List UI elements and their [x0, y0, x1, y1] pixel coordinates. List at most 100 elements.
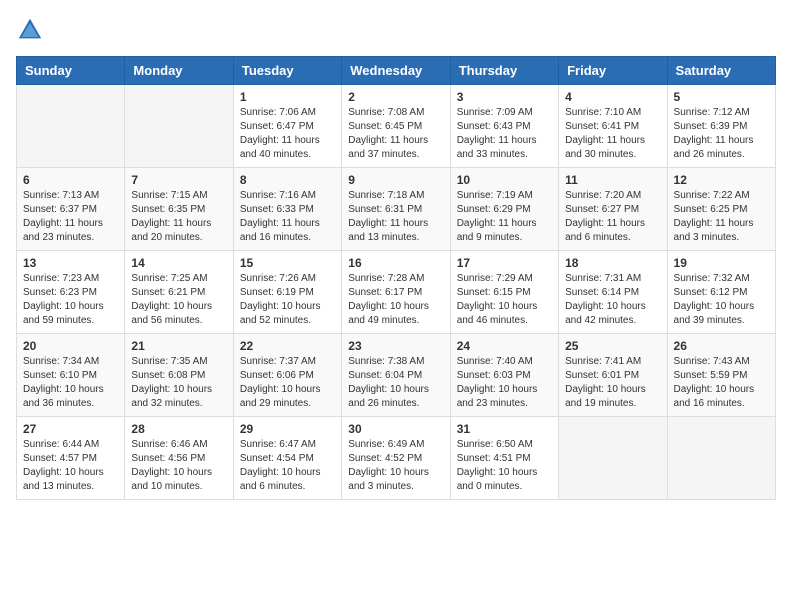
- day-number: 29: [240, 422, 335, 436]
- calendar-cell: 19 Sunrise: 7:32 AM Sunset: 6:12 PM Dayli…: [667, 251, 775, 334]
- day-number: 15: [240, 256, 335, 270]
- calendar-cell: 28 Sunrise: 6:46 AM Sunset: 4:56 PM Dayli…: [125, 417, 233, 500]
- calendar-cell: [125, 85, 233, 168]
- day-number: 6: [23, 173, 118, 187]
- day-number: 21: [131, 339, 226, 353]
- day-number: 11: [565, 173, 660, 187]
- calendar-cell: 29 Sunrise: 6:47 AM Sunset: 4:54 PM Dayli…: [233, 417, 341, 500]
- calendar-cell: 2 Sunrise: 7:08 AM Sunset: 6:45 PM Daylig…: [342, 85, 450, 168]
- calendar-cell: 10Sunrise: 7:19 AM Sunset: 6:29 PM Dayli…: [450, 168, 558, 251]
- day-of-week-header: Monday: [125, 57, 233, 85]
- day-info: Sunrise: 7:40 AM Sunset: 6:03 PM Dayligh…: [457, 355, 552, 411]
- calendar-cell: 14 Sunrise: 7:25 AM Sunset: 6:21 PM Dayli…: [125, 251, 233, 334]
- day-info: Sunrise: 7:16 AM Sunset: 6:33 PM Dayligh…: [240, 189, 335, 245]
- calendar-cell: 9Sunrise: 7:18 AM Sunset: 6:31 PM Daylig…: [342, 168, 450, 251]
- calendar-cell: 12Sunrise: 7:22 AM Sunset: 6:25 PM Dayli…: [667, 168, 775, 251]
- calendar-cell: 6 Sunrise: 7:13 AM Sunset: 6:37 PM Daylig…: [17, 168, 125, 251]
- day-info: Sunrise: 7:32 AM Sunset: 6:12 PM Dayligh…: [674, 272, 769, 328]
- calendar-cell: 27 Sunrise: 6:44 AM Sunset: 4:57 PM Dayli…: [17, 417, 125, 500]
- day-of-week-header: Saturday: [667, 57, 775, 85]
- logo: [16, 16, 48, 44]
- day-info: Sunrise: 7:09 AM Sunset: 6:43 PM Dayligh…: [457, 106, 552, 162]
- day-of-week-header: Friday: [559, 57, 667, 85]
- day-info: Sunrise: 7:35 AM Sunset: 6:08 PM Dayligh…: [131, 355, 226, 411]
- day-info: Sunrise: 7:28 AM Sunset: 6:17 PM Dayligh…: [348, 272, 443, 328]
- day-number: 17: [457, 256, 552, 270]
- day-info: Sunrise: 7:43 AM Sunset: 5:59 PM Dayligh…: [674, 355, 769, 411]
- day-info: Sunrise: 6:49 AM Sunset: 4:52 PM Dayligh…: [348, 438, 443, 494]
- day-number: 28: [131, 422, 226, 436]
- day-info: Sunrise: 7:34 AM Sunset: 6:10 PM Dayligh…: [23, 355, 118, 411]
- day-info: Sunrise: 7:15 AM Sunset: 6:35 PM Dayligh…: [131, 189, 226, 245]
- day-info: Sunrise: 7:08 AM Sunset: 6:45 PM Dayligh…: [348, 106, 443, 162]
- day-of-week-header: Tuesday: [233, 57, 341, 85]
- calendar-cell: 26Sunrise: 7:43 AM Sunset: 5:59 PM Dayli…: [667, 334, 775, 417]
- calendar-cell: 31 Sunrise: 6:50 AM Sunset: 4:51 PM Dayli…: [450, 417, 558, 500]
- calendar-cell: 20 Sunrise: 7:34 AM Sunset: 6:10 PM Dayli…: [17, 334, 125, 417]
- day-info: Sunrise: 6:46 AM Sunset: 4:56 PM Dayligh…: [131, 438, 226, 494]
- calendar-cell: 15Sunrise: 7:26 AM Sunset: 6:19 PM Dayli…: [233, 251, 341, 334]
- logo-icon: [16, 16, 44, 44]
- day-number: 27: [23, 422, 118, 436]
- day-of-week-header: Wednesday: [342, 57, 450, 85]
- day-number: 2: [348, 90, 443, 104]
- day-number: 19: [674, 256, 769, 270]
- calendar-cell: 4Sunrise: 7:10 AM Sunset: 6:41 PM Daylig…: [559, 85, 667, 168]
- day-info: Sunrise: 6:47 AM Sunset: 4:54 PM Dayligh…: [240, 438, 335, 494]
- day-number: 14: [131, 256, 226, 270]
- day-number: 16: [348, 256, 443, 270]
- calendar-cell: 16 Sunrise: 7:28 AM Sunset: 6:17 PM Dayli…: [342, 251, 450, 334]
- header: [16, 16, 776, 44]
- day-info: Sunrise: 7:12 AM Sunset: 6:39 PM Dayligh…: [674, 106, 769, 162]
- calendar-cell: 18 Sunrise: 7:31 AM Sunset: 6:14 PM Dayli…: [559, 251, 667, 334]
- calendar-cell: 5 Sunrise: 7:12 AM Sunset: 6:39 PM Daylig…: [667, 85, 775, 168]
- calendar-cell: 3Sunrise: 7:09 AM Sunset: 6:43 PM Daylig…: [450, 85, 558, 168]
- calendar-week-row: 1 Sunrise: 7:06 AM Sunset: 6:47 PM Daylig…: [17, 85, 776, 168]
- calendar-cell: [17, 85, 125, 168]
- calendar-cell: 25 Sunrise: 7:41 AM Sunset: 6:01 PM Dayli…: [559, 334, 667, 417]
- calendar-cell: [667, 417, 775, 500]
- day-info: Sunrise: 7:23 AM Sunset: 6:23 PM Dayligh…: [23, 272, 118, 328]
- calendar-week-row: 20 Sunrise: 7:34 AM Sunset: 6:10 PM Dayli…: [17, 334, 776, 417]
- day-number: 24: [457, 339, 552, 353]
- day-info: Sunrise: 7:22 AM Sunset: 6:25 PM Dayligh…: [674, 189, 769, 245]
- calendar-cell: 8 Sunrise: 7:16 AM Sunset: 6:33 PM Daylig…: [233, 168, 341, 251]
- day-number: 5: [674, 90, 769, 104]
- calendar-cell: 13 Sunrise: 7:23 AM Sunset: 6:23 PM Dayli…: [17, 251, 125, 334]
- day-number: 22: [240, 339, 335, 353]
- day-info: Sunrise: 7:13 AM Sunset: 6:37 PM Dayligh…: [23, 189, 118, 245]
- day-info: Sunrise: 7:18 AM Sunset: 6:31 PM Dayligh…: [348, 189, 443, 245]
- day-info: Sunrise: 7:20 AM Sunset: 6:27 PM Dayligh…: [565, 189, 660, 245]
- day-of-week-header: Thursday: [450, 57, 558, 85]
- calendar-week-row: 6 Sunrise: 7:13 AM Sunset: 6:37 PM Daylig…: [17, 168, 776, 251]
- calendar-cell: 17 Sunrise: 7:29 AM Sunset: 6:15 PM Dayli…: [450, 251, 558, 334]
- day-info: Sunrise: 7:31 AM Sunset: 6:14 PM Dayligh…: [565, 272, 660, 328]
- calendar-cell: 11 Sunrise: 7:20 AM Sunset: 6:27 PM Dayli…: [559, 168, 667, 251]
- day-number: 1: [240, 90, 335, 104]
- day-info: Sunrise: 7:29 AM Sunset: 6:15 PM Dayligh…: [457, 272, 552, 328]
- day-number: 8: [240, 173, 335, 187]
- calendar-cell: 7 Sunrise: 7:15 AM Sunset: 6:35 PM Daylig…: [125, 168, 233, 251]
- day-info: Sunrise: 7:06 AM Sunset: 6:47 PM Dayligh…: [240, 106, 335, 162]
- calendar-week-row: 13 Sunrise: 7:23 AM Sunset: 6:23 PM Dayli…: [17, 251, 776, 334]
- day-info: Sunrise: 7:19 AM Sunset: 6:29 PM Dayligh…: [457, 189, 552, 245]
- day-info: Sunrise: 7:37 AM Sunset: 6:06 PM Dayligh…: [240, 355, 335, 411]
- calendar-cell: [559, 417, 667, 500]
- calendar-week-row: 27 Sunrise: 6:44 AM Sunset: 4:57 PM Dayli…: [17, 417, 776, 500]
- day-info: Sunrise: 7:25 AM Sunset: 6:21 PM Dayligh…: [131, 272, 226, 328]
- calendar-cell: 21 Sunrise: 7:35 AM Sunset: 6:08 PM Dayli…: [125, 334, 233, 417]
- calendar-header-row: SundayMondayTuesdayWednesdayThursdayFrid…: [17, 57, 776, 85]
- day-info: Sunrise: 6:50 AM Sunset: 4:51 PM Dayligh…: [457, 438, 552, 494]
- day-number: 7: [131, 173, 226, 187]
- day-number: 25: [565, 339, 660, 353]
- calendar-cell: 1 Sunrise: 7:06 AM Sunset: 6:47 PM Daylig…: [233, 85, 341, 168]
- day-number: 31: [457, 422, 552, 436]
- calendar-cell: 23Sunrise: 7:38 AM Sunset: 6:04 PM Dayli…: [342, 334, 450, 417]
- day-number: 13: [23, 256, 118, 270]
- day-number: 18: [565, 256, 660, 270]
- day-number: 20: [23, 339, 118, 353]
- day-number: 30: [348, 422, 443, 436]
- day-info: Sunrise: 6:44 AM Sunset: 4:57 PM Dayligh…: [23, 438, 118, 494]
- day-info: Sunrise: 7:41 AM Sunset: 6:01 PM Dayligh…: [565, 355, 660, 411]
- calendar: SundayMondayTuesdayWednesdayThursdayFrid…: [16, 56, 776, 500]
